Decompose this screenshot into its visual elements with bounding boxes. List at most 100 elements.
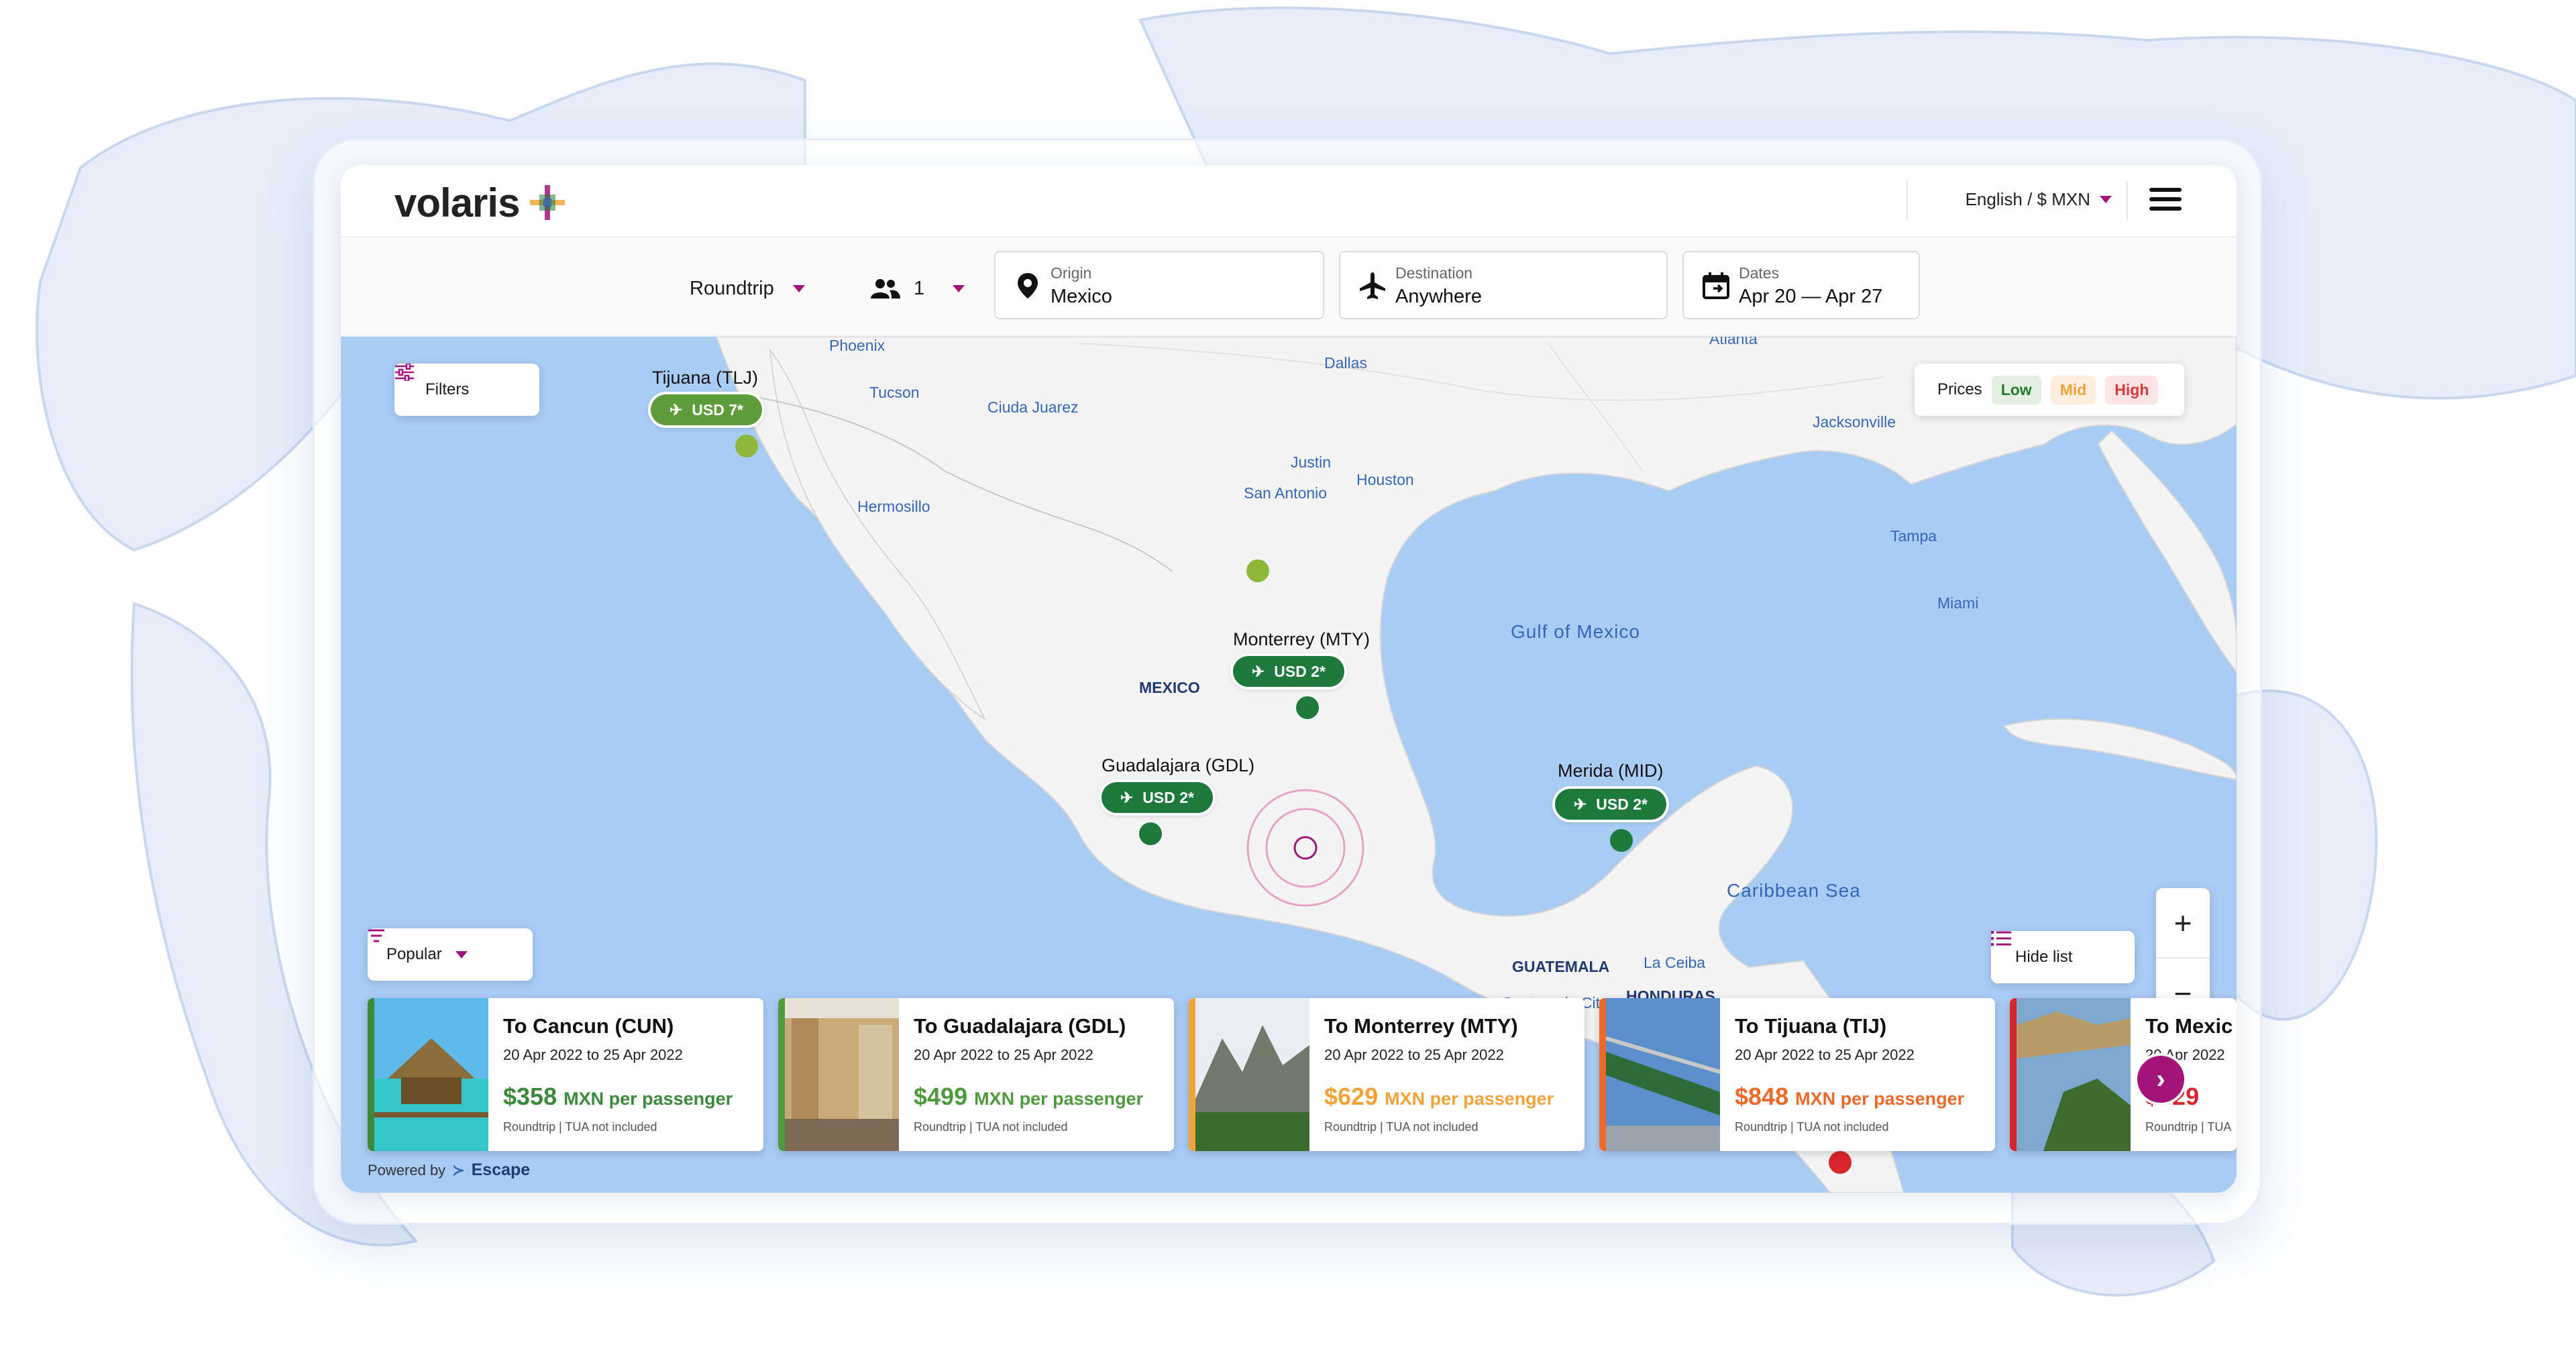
origin-value: Mexico [1051,286,1112,307]
hide-list-button[interactable]: Hide list [1991,931,2135,983]
destination-photo-guadalajara [785,998,899,1151]
destination-card[interactable]: To Tijuana (TIJ) 20 Apr 2022 to 25 Apr 2… [1599,998,1995,1151]
price-chip-low: Low [1991,375,2041,404]
map-city-label: Tampa [1890,527,1937,545]
hamburger-menu-button[interactable] [2149,188,2182,215]
price-badge-tijuana[interactable]: ✈ USD 7* [651,394,762,425]
header-divider [2127,181,2128,220]
powered-by-label: Powered by [368,1161,446,1179]
dates-field[interactable]: Dates Apr 20 — Apr 27 [1682,251,1920,319]
price-badge-merida[interactable]: ✈ USD 2* [1555,789,1666,820]
card-price-accent [1189,998,1195,1151]
filters-label: Filters [425,380,470,398]
card-price-currency: MXN per passenger [974,1089,1144,1109]
card-title: To Mexic [2145,1014,2233,1038]
destination-card[interactable]: To Guadalajara (GDL) 20 Apr 2022 to 25 A… [778,998,1174,1151]
top-header: volaris English / $ MXN [341,165,2237,237]
trip-type-label: Roundtrip [690,277,774,299]
sliders-icon [395,364,414,381]
card-price: $848 MXN per passenger [1735,1083,1964,1111]
card-dates: 20 Apr 2022 to 25 Apr 2022 [503,1046,683,1063]
card-title: To Monterrey (MTY) [1324,1014,1518,1038]
menu-icon [2149,188,2182,192]
price-badge-guadalajara[interactable]: ✈ USD 2* [1102,782,1213,813]
header-divider [1907,181,1908,220]
next-cards-button[interactable]: › [2137,1056,2184,1103]
card-price-currency: MXN per passenger [1795,1089,1965,1109]
card-price-value: $629 [1324,1083,1379,1110]
airplane-icon: ✈ [669,400,683,419]
dates-label: Dates [1739,264,1780,282]
card-price: $358 MXN per passenger [503,1083,733,1111]
card-title: To Tijuana (TIJ) [1735,1014,1887,1038]
destination-card[interactable]: To Mexic 20 Apr 2022 $929 Roundtrip | TU… [2010,998,2237,1151]
map-city-label: Hermosillo [857,498,930,515]
map-sea-label: Gulf of Mexico [1511,621,1640,642]
passengers-dropdown[interactable]: 1 [855,260,975,317]
search-bar: Roundtrip 1 Origin Mexico Destination An… [341,237,2237,337]
map-city-label: Jacksonville [1813,413,1896,431]
map-city-label: Atlanta [1709,337,1758,347]
pin-label-merida: Merida (MID) [1558,761,1664,781]
chevron-down-icon [455,950,468,959]
card-price-accent [2010,998,2017,1151]
destination-field[interactable]: Destination Anywhere [1339,251,1668,319]
brand-logo-mark-icon [530,185,565,220]
dates-value: Apr 20 — Apr 27 [1739,286,1883,307]
price-badge-monterrey[interactable]: ✈ USD 2* [1233,656,1344,687]
prices-label: Prices [1937,380,1982,398]
escape-brand[interactable]: Escape [472,1160,531,1180]
airplane-icon: ✈ [1252,662,1265,680]
destination-price-dot[interactable] [1829,1151,1851,1174]
sort-icon [368,929,384,942]
card-price: $499 MXN per passenger [914,1083,1143,1111]
map-city-label: Tucson [869,384,920,401]
card-price: $629 MXN per passenger [1324,1083,1554,1111]
pin-label-guadalajara: Guadalajara (GDL) [1102,755,1255,775]
powered-by: Powered by ≻ Escape [368,1160,530,1180]
location-pin-icon [1018,273,1038,298]
escape-logo-icon: ≻ [452,1161,465,1179]
origin-field[interactable]: Origin Mexico [994,251,1324,319]
card-price-accent [778,998,785,1151]
destination-card[interactable]: To Cancun (CUN) 20 Apr 2022 to 25 Apr 20… [368,998,763,1151]
destination-dot-guadalajara[interactable] [1139,822,1162,845]
card-price-value: $358 [503,1083,557,1110]
zoom-in-button[interactable]: + [2156,888,2210,957]
map-city-label: Justin [1291,453,1332,471]
map-city-label: La Ceiba [1644,954,1706,971]
passengers-icon [871,279,900,298]
destination-card[interactable]: To Monterrey (MTY) 20 Apr 2022 to 25 Apr… [1189,998,1585,1151]
trip-type-dropdown[interactable]: Roundtrip [690,270,805,307]
map-sea-label: Caribbean Sea [1727,880,1861,901]
card-title: To Guadalajara (GDL) [914,1014,1126,1038]
price-badge-value: USD 2* [1274,662,1326,680]
map-city-label: Miami [1937,594,1979,612]
map-city-label: Ciuda Juarez [987,398,1079,416]
brand-logo[interactable]: volaris [394,180,520,226]
destination-price-dot[interactable] [1246,559,1269,582]
airplane-icon: ✈ [1120,788,1134,806]
origin-label: Origin [1051,264,1092,282]
card-note: Roundtrip | TUA not included [1735,1120,1889,1134]
card-price-accent [368,998,374,1151]
chevron-down-icon [953,284,965,292]
card-dates: 20 Apr 2022 to 25 Apr 2022 [914,1046,1093,1063]
destination-dot-merida[interactable] [1610,829,1633,852]
language-currency-label: English / $ MXN [1965,189,2090,209]
price-badge-value: USD 2* [1596,795,1648,813]
destination-photo-mexico [2017,998,2131,1151]
menu-icon-line [2149,207,2182,211]
price-badge-value: USD 2* [1142,788,1194,806]
destination-value: Anywhere [1395,286,1482,307]
passengers-count: 1 [914,277,925,299]
sort-dropdown[interactable]: Popular [368,928,533,981]
card-title: To Cancun (CUN) [503,1014,674,1038]
destination-dot-monterrey[interactable] [1296,696,1319,719]
destination-dot-tijuana[interactable] [735,435,758,457]
card-price-currency: MXN per passenger [564,1089,733,1109]
language-currency-selector[interactable]: English / $ MXN [1966,189,2112,210]
card-price-accent [1599,998,1606,1151]
destination-photo-monterrey [1195,998,1309,1151]
filters-button[interactable]: Filters [394,364,539,416]
